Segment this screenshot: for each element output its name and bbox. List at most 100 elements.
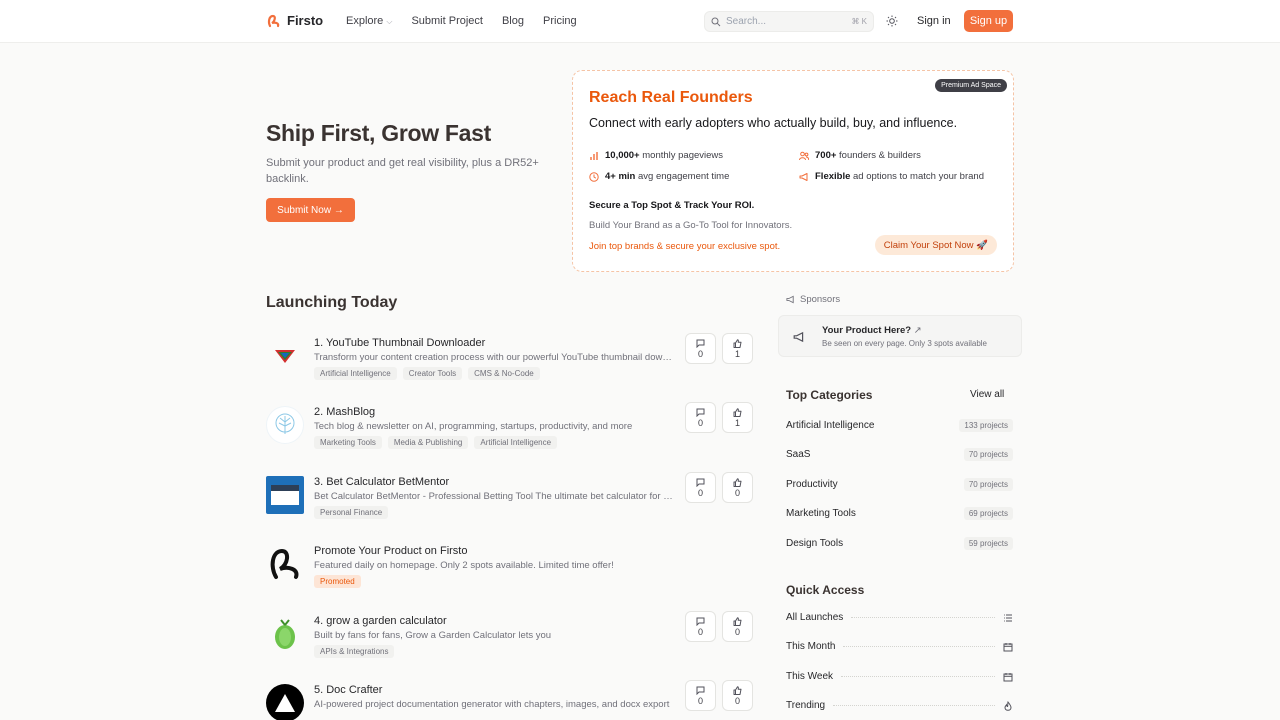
comment-button[interactable]: 0 <box>685 611 716 642</box>
nav-pricing[interactable]: Pricing <box>543 15 577 27</box>
firsto-logo-icon <box>267 14 280 27</box>
category-item[interactable]: Design Tools 59 projects <box>786 537 1013 550</box>
product-logo <box>266 476 304 514</box>
quick-access-this-week[interactable]: This Week <box>786 671 1013 682</box>
brand-logo[interactable]: Firsto <box>267 13 323 28</box>
nav-explore[interactable]: Explore ⌵ <box>346 15 392 27</box>
stat-text: monthly pageviews <box>639 150 724 161</box>
upvote-button[interactable]: 1 <box>722 402 753 433</box>
product-name[interactable]: Promote Your Product on Firsto <box>314 545 467 557</box>
vote-count: 0 <box>734 626 740 637</box>
megaphone-icon <box>786 295 794 304</box>
product-name[interactable]: 5. Doc Crafter <box>314 684 382 696</box>
launch-item[interactable]: 2. MashBlog Tech blog & newsletter on AI… <box>266 402 756 466</box>
product-tags: Artificial Intelligence Creator Tools CM… <box>314 367 540 380</box>
launch-item[interactable]: 4. grow a garden calculator Built by fan… <box>266 611 756 675</box>
category-item[interactable]: Artificial Intelligence 133 projects <box>786 419 1013 432</box>
ad-secure-text: Secure a Top Spot & Track Your ROI. <box>589 200 755 211</box>
product-name[interactable]: 1. YouTube Thumbnail Downloader <box>314 337 485 349</box>
comment-button[interactable]: 0 <box>685 333 716 364</box>
category-item[interactable]: Marketing Tools 69 projects <box>786 507 1013 520</box>
product-description: Bet Calculator BetMentor - Professional … <box>314 491 674 502</box>
upvote-button[interactable]: 0 <box>722 680 753 711</box>
category-count: 70 projects <box>963 478 1013 491</box>
submit-now-button[interactable]: Submit Now → <box>266 198 355 222</box>
main-nav: Explore ⌵ Submit Project Blog Pricing <box>346 15 577 27</box>
comment-icon <box>696 408 705 417</box>
product-description: Featured daily on homepage. Only 2 spots… <box>314 560 614 571</box>
search-input[interactable]: Search... ⌘ K <box>704 11 874 32</box>
upvote-button[interactable]: 0 <box>722 611 753 642</box>
tag[interactable]: Personal Finance <box>314 506 389 519</box>
comment-count: 0 <box>697 348 703 359</box>
comment-button[interactable]: 0 <box>685 402 716 433</box>
quick-access-this-month[interactable]: This Month <box>786 641 1013 652</box>
search-placeholder: Search... <box>726 16 767 27</box>
premium-ad-badge: Premium Ad Space <box>935 79 1007 92</box>
ad-title: Reach Real Founders <box>589 89 753 106</box>
comment-icon <box>696 478 705 487</box>
upvote-button[interactable]: 0 <box>722 472 753 503</box>
launch-item[interactable]: 5. Doc Crafter AI-powered project docume… <box>266 680 756 720</box>
product-description: AI-powered project documentation generat… <box>314 699 670 710</box>
sponsor-title-text: Your Product Here? <box>822 325 912 336</box>
stat-value: 10,000+ <box>605 150 640 161</box>
brand-name: Firsto <box>287 13 324 28</box>
stat-value: Flexible <box>815 171 851 182</box>
comment-icon <box>696 617 705 626</box>
search-shortcut: ⌘ K <box>851 17 867 26</box>
nav-blog[interactable]: Blog <box>502 15 524 27</box>
calendar-icon <box>1003 672 1013 681</box>
ad-join-link[interactable]: Join top brands & secure your exclusive … <box>589 241 780 252</box>
tag[interactable]: Marketing Tools <box>314 436 382 449</box>
category-name: Marketing Tools <box>786 508 856 519</box>
promoted-item[interactable]: Promote Your Product on Firsto Featured … <box>266 545 756 605</box>
product-name[interactable]: 3. Bet Calculator BetMentor <box>314 476 449 488</box>
quick-access-label: This Week <box>786 671 834 682</box>
product-logo <box>266 337 304 375</box>
ad-subtitle: Connect with early adopters who actually… <box>589 116 958 130</box>
thumbs-up-icon <box>733 685 742 695</box>
megaphone-icon <box>793 331 804 343</box>
upvote-button[interactable]: 1 <box>722 333 753 364</box>
vote-count: 1 <box>734 417 740 428</box>
product-description: Transform your content creation process … <box>314 352 674 363</box>
product-tags: APIs & Integrations <box>314 645 395 658</box>
sponsor-slot[interactable]: Your Product Here? ↗ Be seen on every pa… <box>778 315 1022 357</box>
claim-spot-button[interactable]: Claim Your Spot Now 🚀 <box>874 235 997 255</box>
launch-item[interactable]: 1. YouTube Thumbnail Downloader Transfor… <box>266 333 756 397</box>
quick-access-all-launches[interactable]: All Launches <box>786 612 1013 623</box>
ad-card: Premium Ad Space Reach Real Founders Con… <box>572 70 1014 272</box>
view-all-link[interactable]: View all <box>970 389 1004 400</box>
comment-count: 0 <box>697 487 703 498</box>
tag[interactable]: Creator Tools <box>402 367 463 380</box>
quick-access-trending[interactable]: Trending <box>786 700 1013 711</box>
comment-button[interactable]: 0 <box>685 472 716 503</box>
theme-toggle-sun-icon[interactable] <box>886 15 898 27</box>
thumbs-up-icon <box>733 477 742 487</box>
vote-count: 0 <box>734 487 740 498</box>
firsto-logo-icon <box>266 545 304 583</box>
product-name[interactable]: 4. grow a garden calculator <box>314 615 447 627</box>
hero-title: Ship First, Grow Fast <box>266 120 492 146</box>
tag[interactable]: Media & Publishing <box>387 436 469 449</box>
launch-item[interactable]: 3. Bet Calculator BetMentor Bet Calculat… <box>266 472 756 536</box>
category-item[interactable]: Productivity 70 projects <box>786 478 1013 491</box>
category-count: 133 projects <box>959 419 1013 432</box>
signup-button[interactable]: Sign up <box>964 10 1013 32</box>
top-header: Firsto Explore ⌵ Submit Project Blog Pri… <box>0 0 1280 43</box>
quick-access-label: Trending <box>786 700 826 711</box>
signin-link[interactable]: Sign in <box>917 15 951 27</box>
ad-stat-flexible: Flexible ad options to match your brand <box>799 171 984 182</box>
category-count: 70 projects <box>963 448 1013 461</box>
tag[interactable]: Artificial Intelligence <box>474 436 558 449</box>
product-name[interactable]: 2. MashBlog <box>314 406 375 418</box>
tag[interactable]: Artificial Intelligence <box>314 367 397 380</box>
launching-today-title: Launching Today <box>266 294 398 311</box>
tag[interactable]: APIs & Integrations <box>314 645 395 658</box>
comment-count: 0 <box>697 626 703 637</box>
tag[interactable]: CMS & No-Code <box>468 367 540 380</box>
nav-submit-project[interactable]: Submit Project <box>411 15 483 27</box>
category-item[interactable]: SaaS 70 projects <box>786 448 1013 461</box>
comment-button[interactable]: 0 <box>685 680 716 711</box>
